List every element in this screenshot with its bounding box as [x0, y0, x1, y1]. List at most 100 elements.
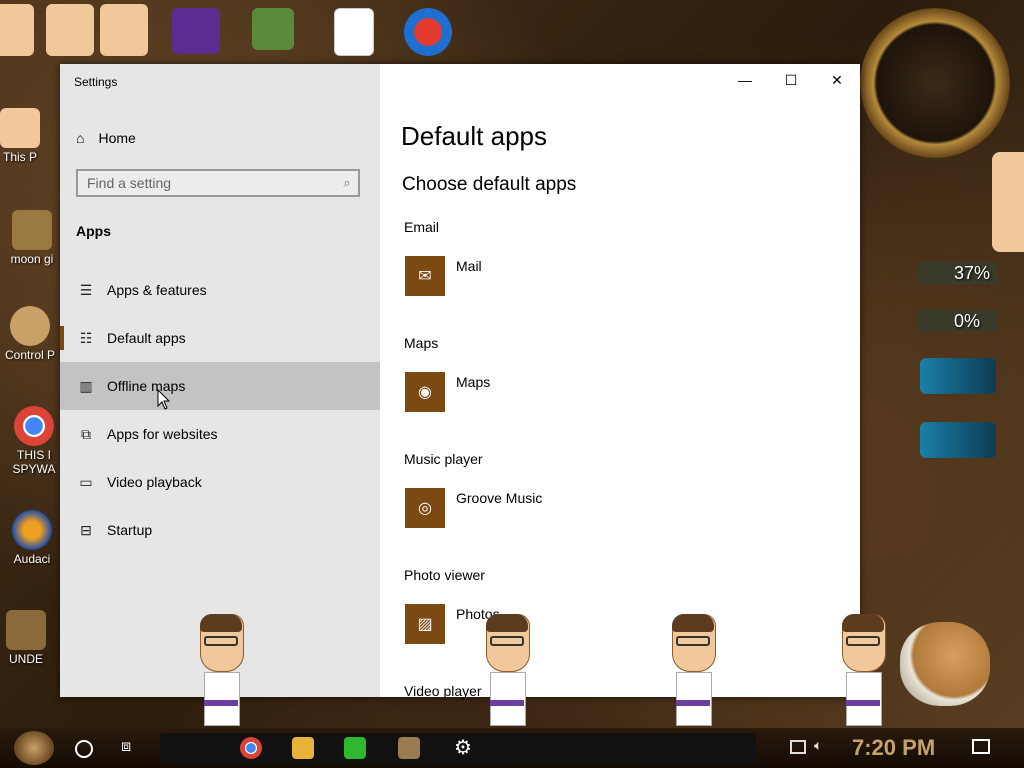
maps-icon: ◉ [405, 372, 445, 412]
desktop-icon-this-pc[interactable]: This P [0, 108, 50, 164]
settings-main: — ☐ ✕ Default apps Choose default apps E… [380, 64, 860, 700]
default-app-name: Maps [456, 374, 491, 390]
search-input[interactable] [78, 174, 336, 192]
settings-sidebar: Settings ⌂ Home ⌕ Apps ☰ Apps & features… [60, 64, 380, 697]
apps-features-icon: ☰ [79, 281, 93, 298]
hamster-image [900, 622, 990, 706]
category-music-label: Music player [404, 451, 483, 467]
photos-icon: ▨ [405, 604, 445, 644]
network-icon[interactable] [790, 740, 806, 754]
default-app-name: Mail [456, 258, 482, 274]
sidebar-item-startup[interactable]: ⊟ Startup [60, 506, 380, 554]
mouse-cursor-icon [157, 389, 171, 410]
cpu-meter-text: 37% [954, 263, 991, 283]
hank-figure [668, 614, 718, 726]
meter-tube [920, 422, 996, 458]
sidebar-item-label: Startup [107, 522, 153, 538]
search-icon[interactable]: ⌕ [336, 175, 358, 191]
section-subtitle: Choose default apps [402, 174, 577, 195]
window-title: Settings [74, 75, 118, 89]
sidebar-item-label: Default apps [107, 330, 186, 346]
hank-face-icon[interactable] [0, 4, 34, 56]
sidebar-item-default-apps[interactable]: ☷ Default apps [60, 314, 380, 362]
chrome-icon [14, 406, 54, 446]
hank-figure [482, 614, 532, 726]
window-controls: — ☐ ✕ [722, 64, 860, 96]
this-pc-icon [0, 108, 40, 148]
file-explorer-icon[interactable] [292, 737, 314, 759]
section-title: Apps [76, 223, 111, 239]
home-label: Home [98, 130, 136, 146]
hank-figure [838, 614, 888, 726]
sidebar-item-video-playback[interactable]: ▭ Video playback [60, 458, 380, 506]
sidebar-item-label: Video playback [107, 474, 202, 490]
default-app-music[interactable]: ◎ Groove Music [405, 488, 542, 528]
category-video-label: Video player [404, 683, 482, 699]
default-apps-icon: ☷ [79, 329, 93, 346]
video-playback-icon: ▭ [79, 473, 93, 490]
taskbar: ⧈ ⚙ 🔈︎ 7:20 PM [0, 728, 1024, 768]
chrome-icon[interactable] [240, 737, 262, 759]
task-view-icon[interactable]: ⧈ [121, 738, 139, 756]
category-maps-label: Maps [404, 335, 439, 351]
hank-face-icon [992, 152, 1024, 252]
hank-face-icon[interactable] [46, 4, 94, 56]
desktop-icon-control-panel[interactable]: Control P [0, 306, 60, 362]
minimize-button[interactable]: — [722, 64, 768, 96]
desktop-icon-label: UNDE [8, 652, 43, 666]
desktop-icon-label: Control P [4, 348, 56, 362]
mem-meter-text: 0% [954, 311, 981, 331]
default-app-maps[interactable]: ◉ Maps [405, 372, 490, 412]
offline-maps-icon: ▥ [79, 377, 93, 394]
close-button[interactable]: ✕ [814, 64, 860, 96]
desktop-icon-label: Audaci [13, 552, 51, 566]
sidebar-item-label: Apps for websites [107, 426, 218, 442]
sidebar-item-label: Apps & features [107, 282, 207, 298]
desktop-icon-label: This P [2, 150, 37, 164]
settings-gear-icon[interactable]: ⚙ [452, 737, 474, 759]
apps-websites-icon: ⧉ [81, 425, 91, 442]
category-email-label: Email [404, 219, 440, 235]
desktop-icon-folder[interactable]: UNDE [0, 610, 56, 666]
desktop-icon-chrome[interactable]: THIS I SPYWA [4, 406, 64, 476]
sidebar-item-label: Offline maps [107, 378, 186, 394]
steampunk-clock-widget [860, 8, 1010, 158]
action-center-icon[interactable] [972, 739, 990, 754]
moon-game-icon [12, 210, 52, 250]
groove-music-icon: ◎ [405, 488, 445, 528]
folder-icon [6, 610, 46, 650]
meter-tube [920, 358, 996, 394]
desktop-icon-label: THIS I SPYWA [12, 448, 56, 476]
desktop-icon-moon-game[interactable]: moon gi [2, 210, 62, 266]
page-title: Default apps [401, 121, 547, 151]
settings-window: Settings ⌂ Home ⌕ Apps ☰ Apps & features… [60, 64, 860, 700]
game-icon[interactable] [398, 737, 420, 759]
minecraft-icon[interactable] [252, 8, 294, 50]
sidebar-item-apps-websites[interactable]: ⧉ Apps for websites [60, 410, 380, 458]
desktop-icon-label: moon gi [10, 252, 54, 266]
flash-swf-icon[interactable] [334, 8, 374, 56]
visual-studio-icon[interactable] [172, 8, 220, 54]
default-app-name: Groove Music [456, 490, 543, 506]
taskbar-clock[interactable]: 7:20 PM [852, 735, 935, 761]
start-button[interactable] [14, 731, 54, 765]
sidebar-item-offline-maps[interactable]: ▥ Offline maps [60, 362, 380, 410]
audacity-icon [12, 510, 52, 550]
startup-icon: ⊟ [80, 521, 92, 538]
hank-face-icon[interactable] [100, 4, 148, 56]
p-app-icon[interactable] [404, 8, 452, 56]
mail-icon: ✉ [405, 256, 445, 296]
sidebar-item-apps-features[interactable]: ☰ Apps & features [60, 266, 380, 314]
category-photo-label: Photo viewer [404, 567, 485, 583]
search-box[interactable]: ⌕ [76, 169, 360, 197]
volume-muted-icon[interactable]: 🔈︎ [814, 737, 822, 754]
control-panel-icon [10, 306, 50, 346]
hank-figure [196, 614, 246, 726]
maximize-button[interactable]: ☐ [768, 64, 814, 96]
cortana-search-icon[interactable] [75, 740, 93, 758]
notes-icon[interactable] [344, 737, 366, 759]
default-app-email[interactable]: ✉ Mail [405, 256, 482, 296]
desktop-icon-audacity[interactable]: Audaci [2, 510, 62, 566]
home-icon: ⌂ [76, 130, 85, 146]
home-link[interactable]: ⌂ Home [76, 128, 136, 148]
